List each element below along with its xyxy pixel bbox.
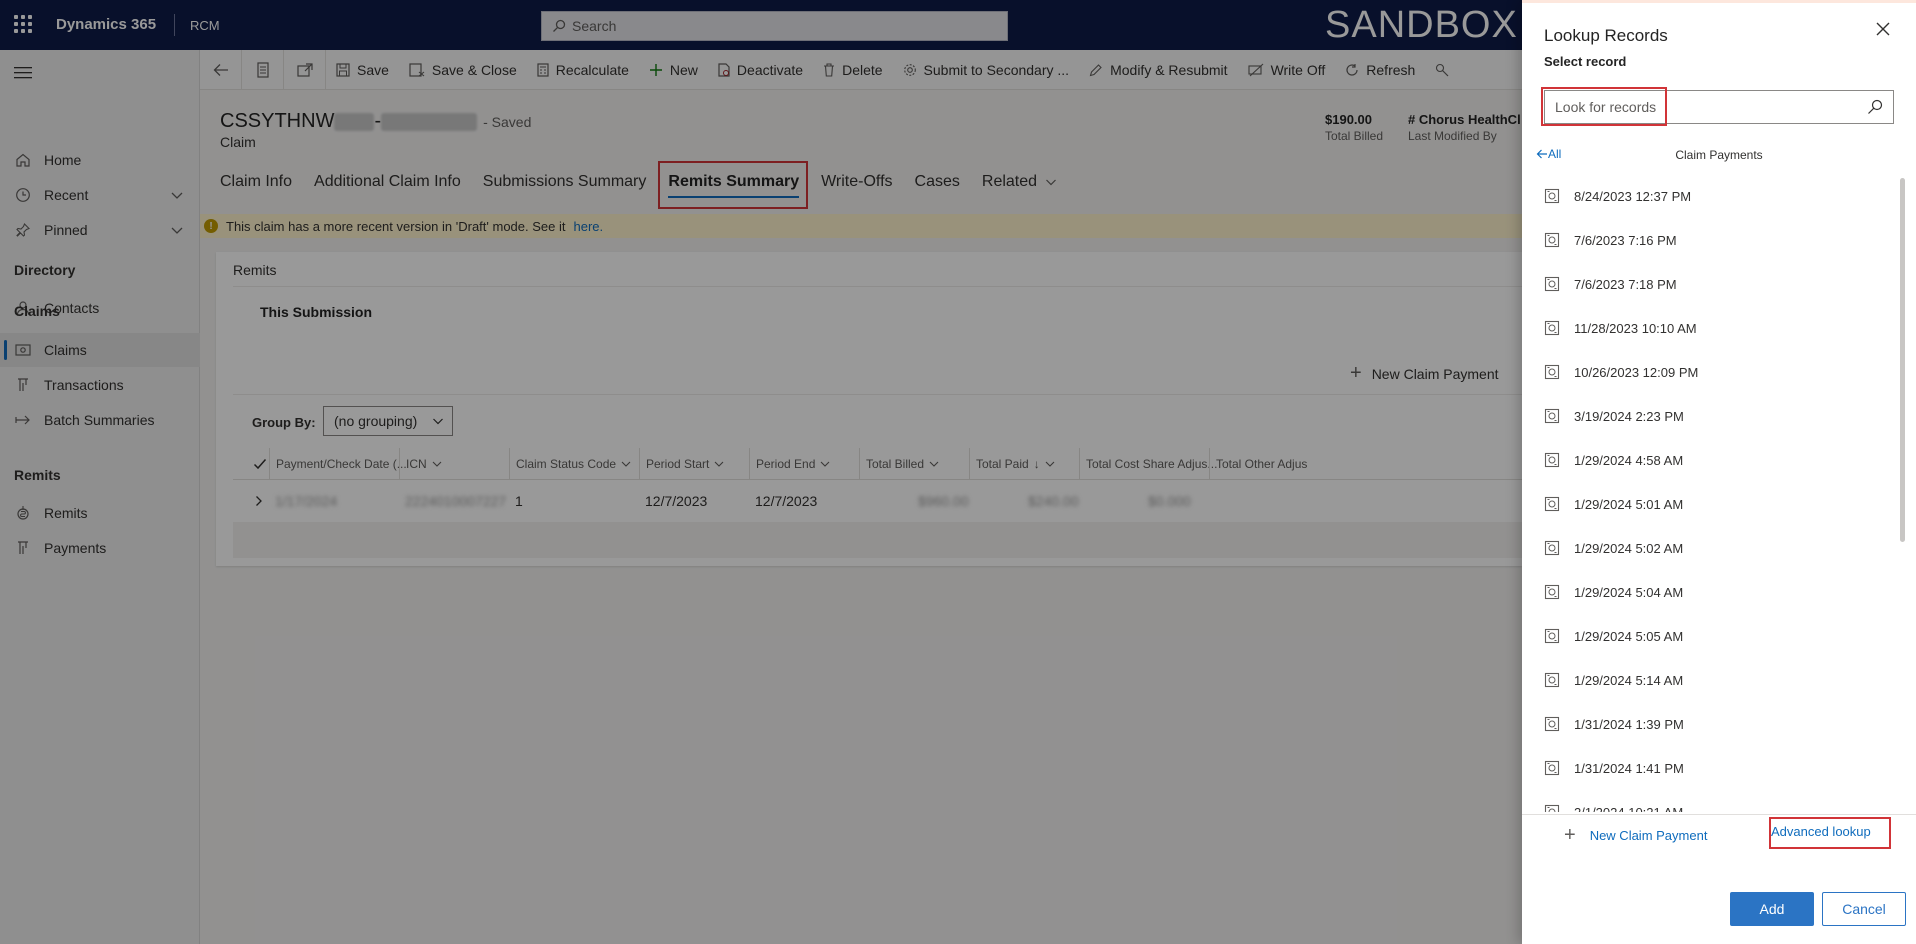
add-button[interactable]: Add xyxy=(1730,892,1814,926)
lookup-record-label: 1/29/2024 5:02 AM xyxy=(1574,540,1684,556)
all-records-link[interactable]: All xyxy=(1536,147,1561,161)
lookup-record-item[interactable]: 11/28/2023 10:10 AM xyxy=(1544,306,1697,350)
record-icon xyxy=(1544,496,1560,512)
lookup-record-item[interactable]: 1/29/2024 5:04 AM xyxy=(1544,570,1683,614)
record-icon xyxy=(1544,232,1560,248)
modal-overlay[interactable] xyxy=(0,0,1522,944)
lookup-entity-name: Claim Payments xyxy=(1675,148,1763,162)
new-claim-payment-lookup-label: New Claim Payment xyxy=(1589,828,1708,843)
lookup-record-label: 1/29/2024 5:14 AM xyxy=(1574,672,1684,688)
record-icon xyxy=(1544,760,1560,776)
lookup-record-item[interactable]: 1/29/2024 5:14 AM xyxy=(1544,658,1683,702)
lookup-record-label: 1/29/2024 5:04 AM xyxy=(1574,584,1684,600)
lookup-record-label: 7/6/2023 7:18 PM xyxy=(1574,276,1677,292)
lookup-record-label: 3/19/2024 2:23 PM xyxy=(1574,408,1684,424)
lookup-results-list: 8/24/2023 12:37 PM 7/6/2023 7:16 PM 7/6/20… xyxy=(1522,174,1916,812)
lookup-record-label: 8/24/2023 12:37 PM xyxy=(1574,188,1692,204)
record-icon xyxy=(1544,804,1560,812)
lookup-record-label: 1/31/2024 1:39 PM xyxy=(1574,716,1684,732)
lookup-record-item[interactable]: 1/29/2024 5:01 AM xyxy=(1544,482,1683,526)
scrollbar-thumb[interactable] xyxy=(1900,178,1905,542)
lookup-record-item[interactable]: 1/31/2024 1:41 PM xyxy=(1544,746,1684,790)
lookup-record-item[interactable]: 3/19/2024 2:23 PM xyxy=(1544,394,1684,438)
record-icon xyxy=(1544,276,1560,292)
lookup-record-item[interactable]: 1/29/2024 5:02 AM xyxy=(1544,526,1683,570)
new-claim-payment-lookup-button[interactable]: + New Claim Payment xyxy=(1564,824,1707,847)
record-icon xyxy=(1544,628,1560,644)
divider xyxy=(1522,814,1916,815)
lookup-record-label: 7/6/2023 7:16 PM xyxy=(1574,232,1677,248)
lookup-record-item[interactable]: 2/1/2024 10:21 AM xyxy=(1544,790,1683,812)
lookup-record-label: 1/29/2024 5:05 AM xyxy=(1574,628,1684,644)
arrow-left-icon xyxy=(1536,149,1547,159)
lookup-record-label: 1/29/2024 4:58 AM xyxy=(1574,452,1684,468)
lookup-records-panel: Lookup Records Select record Look for re… xyxy=(1522,0,1916,944)
lookup-subtitle: Select record xyxy=(1544,54,1627,69)
record-icon xyxy=(1544,188,1560,204)
close-icon[interactable] xyxy=(1876,22,1890,36)
record-icon xyxy=(1544,584,1560,600)
record-icon xyxy=(1544,540,1560,556)
lookup-record-label: 11/28/2023 10:10 AM xyxy=(1574,320,1697,336)
cancel-button[interactable]: Cancel xyxy=(1822,892,1906,926)
record-icon xyxy=(1544,452,1560,468)
advanced-lookup-highlight-box xyxy=(1769,817,1891,849)
lookup-record-item[interactable]: 1/29/2024 5:05 AM xyxy=(1544,614,1683,658)
lookup-title: Lookup Records xyxy=(1544,26,1668,45)
lookup-record-item[interactable]: 7/6/2023 7:18 PM xyxy=(1544,262,1677,306)
lookup-record-item[interactable]: 10/26/2023 12:09 PM xyxy=(1544,350,1698,394)
record-icon xyxy=(1544,364,1560,380)
lookup-record-item[interactable]: 1/31/2024 1:39 PM xyxy=(1544,702,1684,746)
all-records-label: All xyxy=(1548,147,1562,161)
lookup-record-item[interactable]: 7/6/2023 7:16 PM xyxy=(1544,218,1677,262)
lookup-record-label: 1/29/2024 5:01 AM xyxy=(1574,496,1684,512)
lookup-record-label: 1/31/2024 1:41 PM xyxy=(1574,760,1684,776)
search-highlight-box xyxy=(1541,87,1667,126)
plus-icon: + xyxy=(1564,824,1576,846)
record-icon xyxy=(1544,672,1560,688)
lookup-record-label: 10/26/2023 12:09 PM xyxy=(1574,364,1699,380)
record-icon xyxy=(1544,408,1560,424)
search-icon[interactable] xyxy=(1867,99,1883,115)
lookup-record-item[interactable]: 1/29/2024 4:58 AM xyxy=(1544,438,1683,482)
record-icon xyxy=(1544,716,1560,732)
lookup-record-item[interactable]: 8/24/2023 12:37 PM xyxy=(1544,174,1691,218)
lookup-record-label: 2/1/2024 10:21 AM xyxy=(1574,804,1684,813)
panel-accent-bar xyxy=(1522,0,1916,3)
record-icon xyxy=(1544,320,1560,336)
